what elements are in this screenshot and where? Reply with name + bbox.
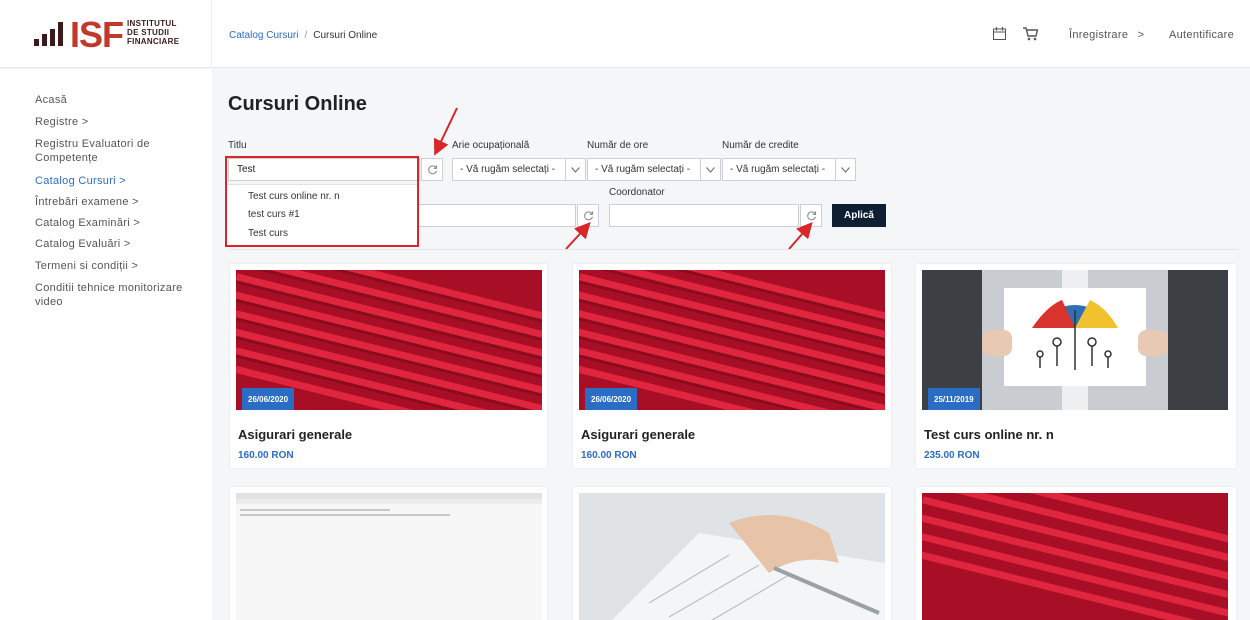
course-card[interactable]: [915, 486, 1237, 620]
course-price: 235.00 RON: [924, 450, 980, 461]
course-price: 160.00 RON: [238, 450, 294, 461]
writing-clipboard-image: [579, 493, 885, 620]
course-title[interactable]: Asigurari generale: [581, 427, 695, 442]
filters-divider: [228, 249, 1238, 250]
course-title[interactable]: Test curs online nr. n: [924, 427, 1054, 442]
course-image: 25/11/2019: [922, 270, 1228, 410]
course-image: [236, 493, 542, 620]
course-date-badge: 26/06/2020: [242, 388, 295, 410]
course-card[interactable]: 26/06/2020 Asigurari generale 160.00 RON: [229, 263, 548, 469]
annotation-arrow: [788, 221, 813, 250]
course-image: 26/06/2020: [236, 270, 542, 410]
course-image: [579, 493, 885, 620]
browser-screenshot-image: [236, 493, 542, 620]
course-date-badge: 26/06/2020: [585, 388, 638, 410]
course-title[interactable]: Asigurari generale: [238, 427, 352, 442]
course-card[interactable]: [572, 486, 892, 620]
annotation-arrow: [433, 107, 458, 156]
course-date-badge: 25/11/2019: [928, 388, 980, 410]
course-price: 160.00 RON: [581, 450, 637, 461]
course-card[interactable]: 25/11/2019 Test curs online nr. n 235.00…: [915, 263, 1237, 469]
annotation-arrow: [565, 222, 591, 250]
course-image: 26/06/2020: [579, 270, 885, 410]
course-card[interactable]: [229, 486, 548, 620]
course-card[interactable]: 26/06/2020 Asigurari generale 160.00 RON: [572, 263, 892, 469]
course-image: [922, 493, 1228, 620]
stadium-seats-image: [922, 493, 1228, 620]
